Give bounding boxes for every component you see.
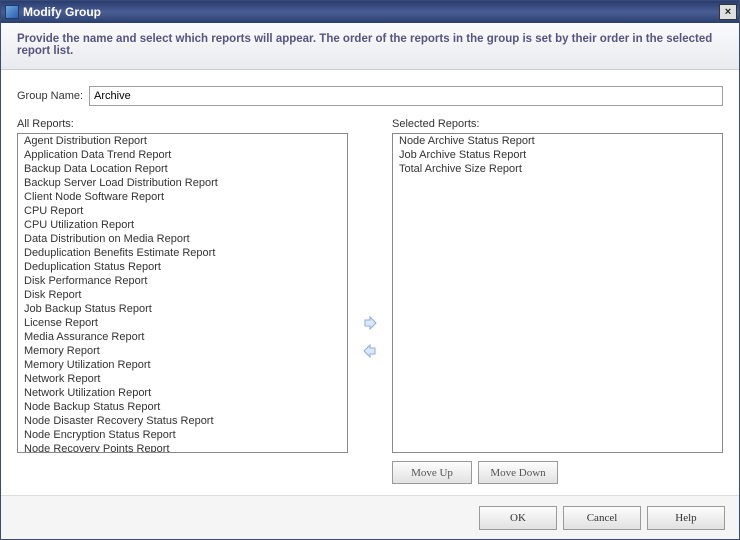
move-down-button[interactable]: Move Down <box>478 461 558 484</box>
list-item[interactable]: Node Disaster Recovery Status Report <box>18 414 347 428</box>
list-item[interactable]: License Report <box>18 316 347 330</box>
group-name-label: Group Name: <box>17 90 83 102</box>
move-up-button[interactable]: Move Up <box>392 461 472 484</box>
list-item[interactable]: Network Report <box>18 372 347 386</box>
all-reports-spacer <box>17 461 348 495</box>
arrow-right-icon <box>362 315 378 331</box>
list-item[interactable]: Client Node Software Report <box>18 190 347 204</box>
list-item[interactable]: Job Archive Status Report <box>393 148 722 162</box>
list-item[interactable]: Node Backup Status Report <box>18 400 347 414</box>
transfer-arrows <box>356 118 384 495</box>
footer: OK Cancel Help <box>1 495 739 539</box>
add-button[interactable] <box>360 313 380 333</box>
close-button[interactable]: × <box>719 4 737 20</box>
list-item[interactable]: Node Recovery Points Report <box>18 442 347 453</box>
list-item[interactable]: Data Distribution on Media Report <box>18 232 347 246</box>
list-item[interactable]: Backup Server Load Distribution Report <box>18 176 347 190</box>
list-item[interactable]: Application Data Trend Report <box>18 148 347 162</box>
titlebar-left: Modify Group <box>5 5 101 19</box>
content-area: Group Name: All Reports: Agent Distribut… <box>1 70 739 495</box>
list-item[interactable]: Network Utilization Report <box>18 386 347 400</box>
app-icon <box>5 5 19 19</box>
cancel-button[interactable]: Cancel <box>563 506 641 530</box>
list-item[interactable]: Node Encryption Status Report <box>18 428 347 442</box>
group-name-row: Group Name: <box>17 86 723 106</box>
titlebar: Modify Group × <box>1 1 739 23</box>
all-reports-listbox[interactable]: Agent Distribution ReportApplication Dat… <box>17 133 348 453</box>
all-reports-label: All Reports: <box>17 118 348 130</box>
arrow-left-icon <box>362 343 378 359</box>
list-item[interactable]: Memory Report <box>18 344 347 358</box>
group-name-input[interactable] <box>89 86 723 106</box>
list-item[interactable]: Deduplication Status Report <box>18 260 347 274</box>
list-item[interactable]: CPU Utilization Report <box>18 218 347 232</box>
list-item[interactable]: Disk Report <box>18 288 347 302</box>
all-reports-column: All Reports: Agent Distribution ReportAp… <box>17 118 348 495</box>
lists-row: All Reports: Agent Distribution ReportAp… <box>17 118 723 495</box>
ok-button[interactable]: OK <box>479 506 557 530</box>
list-item[interactable]: Disk Performance Report <box>18 274 347 288</box>
close-icon: × <box>725 6 731 18</box>
list-item[interactable]: Media Assurance Report <box>18 330 347 344</box>
list-item[interactable]: CPU Report <box>18 204 347 218</box>
window-title: Modify Group <box>23 5 101 19</box>
list-item[interactable]: Job Backup Status Report <box>18 302 347 316</box>
list-item[interactable]: Node Archive Status Report <box>393 134 722 148</box>
list-item[interactable]: Total Archive Size Report <box>393 162 722 176</box>
list-item[interactable]: Agent Distribution Report <box>18 134 347 148</box>
selected-reports-column: Selected Reports: Node Archive Status Re… <box>392 118 723 495</box>
list-item[interactable]: Backup Data Location Report <box>18 162 347 176</box>
list-item[interactable]: Memory Utilization Report <box>18 358 347 372</box>
dialog-window: Modify Group × Provide the name and sele… <box>0 0 740 540</box>
list-item[interactable]: Deduplication Benefits Estimate Report <box>18 246 347 260</box>
selected-reports-listbox[interactable]: Node Archive Status ReportJob Archive St… <box>392 133 723 453</box>
instruction-text: Provide the name and select which report… <box>1 23 739 70</box>
reorder-buttons: Move Up Move Down <box>392 461 723 495</box>
help-button[interactable]: Help <box>647 506 725 530</box>
selected-reports-label: Selected Reports: <box>392 118 723 130</box>
remove-button[interactable] <box>360 341 380 361</box>
